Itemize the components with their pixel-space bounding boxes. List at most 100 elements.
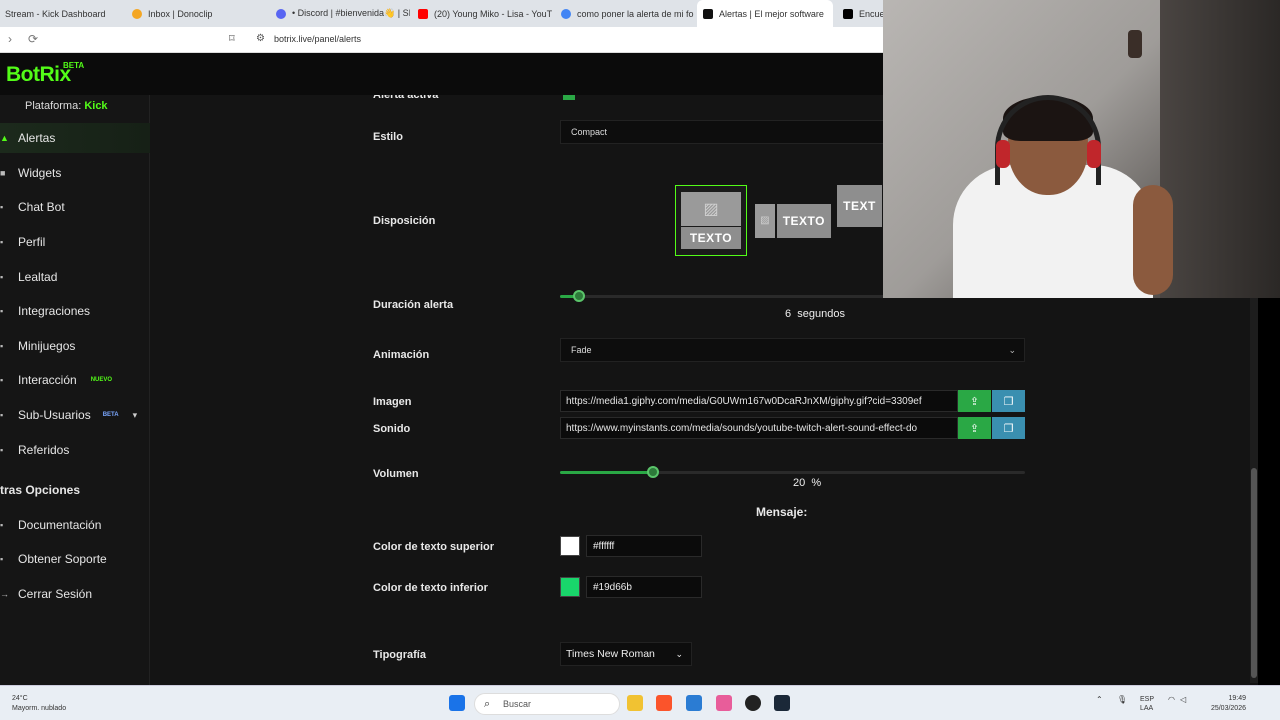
doc-icon: ▪	[0, 520, 4, 530]
layout-option-stacked[interactable]: ▨ TEXTO	[675, 185, 747, 256]
weather-widget[interactable]: 24°C Mayorm. nublado	[12, 694, 66, 714]
tab-favicon-icon	[276, 8, 286, 19]
app-logo[interactable]: BotRix	[6, 63, 71, 87]
duracion-slider-handle[interactable]	[572, 290, 585, 302]
upload-image-button[interactable]: ⇪	[958, 390, 991, 412]
star-icon: ▪	[0, 272, 4, 282]
sidebar-item-integraciones[interactable]: ▪ Integraciones	[0, 296, 150, 326]
browser-tab[interactable]: como poner la alerta de mi fo	[561, 0, 695, 27]
os-taskbar: 24°C Mayorm. nublado ⌕ Buscar ⌃ 🎙 ESP LA…	[0, 685, 1280, 720]
sidebar-item-referidos[interactable]: ▪ Referidos	[0, 435, 150, 465]
tipografia-label: Tipografía	[373, 649, 426, 661]
chevron-down-icon[interactable]: ▾	[133, 410, 138, 421]
animacion-label: Animación	[373, 349, 430, 361]
gallery-icon: ❐	[1003, 395, 1014, 408]
browser-tab-active[interactable]: Alertas | El mejor software ✕	[697, 0, 833, 27]
duracion-value: 6 segundos	[785, 308, 845, 320]
browser-tab[interactable]: Inbox | Donoclip	[132, 0, 267, 27]
browser-tab[interactable]: Stream - Kick Dashboard	[0, 0, 124, 27]
sidebar-item-chat-bot[interactable]: ▪ Chat Bot	[0, 192, 150, 222]
browser-tab[interactable]: • Discord | #bienvenida👋 | SI	[276, 0, 410, 27]
tipografia-select[interactable]: Times New Roman ⌄	[560, 642, 692, 666]
color-inferior-input[interactable]: #19d66b	[586, 576, 702, 598]
sidebar: Plataforma: Kick ▲ Alertas ■ Widgets ▪ C…	[0, 95, 150, 685]
volumen-slider-handle[interactable]	[647, 466, 659, 478]
scrollbar-thumb[interactable]	[1251, 468, 1257, 678]
volumen-slider[interactable]	[560, 466, 1025, 478]
headset-earcup	[996, 140, 1010, 168]
file-explorer-icon[interactable]	[627, 695, 643, 711]
beta-badge: BETA	[102, 412, 119, 418]
webcam-background	[1160, 0, 1280, 298]
page-scrollbar[interactable]	[1250, 298, 1258, 683]
imagen-label: Imagen	[373, 396, 412, 408]
plug-icon: ▪	[0, 306, 4, 316]
clock[interactable]: 19:49 25/03/2026	[1194, 694, 1246, 714]
logout-icon: →	[0, 589, 9, 599]
layout-option-side[interactable]: ▨ TEXTO	[755, 185, 831, 256]
forward-icon[interactable]: ›	[8, 32, 12, 46]
active-toggle[interactable]	[563, 95, 575, 100]
sidebar-item-cerrar-sesion[interactable]: → Cerrar Sesión	[0, 579, 150, 609]
platform-indicator: Plataforma: Kick	[25, 100, 108, 112]
sidebar-item-interaccion[interactable]: ▪ Interacción NUEVO	[0, 365, 150, 395]
sonido-url-input[interactable]: https://www.myinstants.com/media/sounds/…	[560, 417, 958, 439]
chevron-down-icon: ⌄	[1008, 345, 1016, 355]
estilo-label: Estilo	[373, 131, 403, 143]
sidebar-item-lealtad[interactable]: ▪ Lealtad	[0, 262, 150, 292]
reload-icon[interactable]: ⟳	[28, 32, 38, 46]
sonido-label: Sonido	[373, 423, 411, 435]
microphone-icon[interactable]: 🎙	[1117, 695, 1127, 704]
mensaje-heading: Mensaje:	[756, 505, 808, 519]
chevron-down-icon: ⌄	[675, 649, 683, 659]
animacion-select[interactable]: Fade ⌄	[560, 338, 1025, 362]
windows-start-icon[interactable]	[449, 695, 465, 711]
browser-tab[interactable]: Encue	[843, 0, 883, 27]
tab-favicon-icon	[561, 8, 571, 19]
color-superior-label: Color de texto superior	[373, 541, 495, 553]
sidebar-item-widgets[interactable]: ■ Widgets	[0, 158, 150, 188]
tab-favicon-icon	[418, 8, 428, 19]
wifi-icon[interactable]: ◠	[1168, 695, 1175, 704]
gallery-image-button[interactable]: ❐	[992, 390, 1025, 412]
beta-badge: BETA	[63, 61, 85, 70]
gamepad-icon: ▪	[0, 341, 4, 351]
language-indicator[interactable]: ESP LAA	[1140, 695, 1154, 713]
volume-icon[interactable]: ◁	[1180, 695, 1186, 704]
taskbar-search[interactable]: ⌕ Buscar	[474, 693, 620, 715]
color-superior-swatch[interactable]	[560, 536, 580, 556]
color-superior-input[interactable]: #ffffff	[586, 535, 702, 557]
site-info-icon[interactable]: ⚙	[256, 33, 265, 44]
url-text[interactable]: botrix.live/panel/alerts	[274, 34, 361, 44]
color-inferior-swatch[interactable]	[560, 577, 580, 597]
disposicion-label: Disposición	[373, 215, 436, 227]
sidebar-item-obtener-soporte[interactable]: ▪ Obtener Soporte	[0, 544, 150, 574]
layout-option-text[interactable]: TEXT	[836, 185, 883, 256]
sidebar-item-documentacion[interactable]: ▪ Documentación	[0, 510, 150, 540]
image-placeholder-icon: ▨	[681, 192, 741, 226]
grid-icon: ■	[0, 168, 6, 178]
sidebar-item-minijuegos[interactable]: ▪ Minijuegos	[0, 331, 150, 361]
tab-favicon-icon	[843, 8, 853, 19]
sidebar-item-sub-usuarios[interactable]: ▪ Sub-Usuarios BETA ▾	[0, 400, 150, 430]
obs-icon[interactable]	[745, 695, 761, 711]
steam-icon[interactable]	[774, 695, 790, 711]
sidebar-item-perfil[interactable]: ▪ Perfil	[0, 227, 150, 257]
instagram-icon[interactable]	[716, 695, 732, 711]
duracion-label: Duración alerta	[373, 299, 454, 311]
outlook-icon[interactable]	[686, 695, 702, 711]
chat-icon: ▪	[0, 202, 4, 212]
gallery-sound-button[interactable]: ❐	[992, 417, 1025, 439]
chevron-up-icon[interactable]: ⌃	[1096, 695, 1103, 704]
bookmark-icon[interactable]: ⌑	[229, 32, 235, 45]
upload-icon: ⇪	[969, 395, 980, 408]
sidebar-item-alertas[interactable]: ▲ Alertas	[0, 123, 150, 153]
estilo-select[interactable]: Compact	[560, 120, 900, 144]
section-title-other-options: tras Opciones	[0, 483, 81, 497]
screen: Stream - Kick Dashboard Inbox | Donoclip…	[0, 0, 1280, 720]
brave-browser-icon[interactable]	[656, 695, 672, 711]
browser-tab[interactable]: (20) Young Miko - Lisa - YouTu	[418, 0, 552, 27]
imagen-url-input[interactable]: https://media1.giphy.com/media/G0UWm167w…	[560, 390, 958, 412]
headset-earcup	[1087, 140, 1101, 168]
upload-sound-button[interactable]: ⇪	[958, 417, 991, 439]
